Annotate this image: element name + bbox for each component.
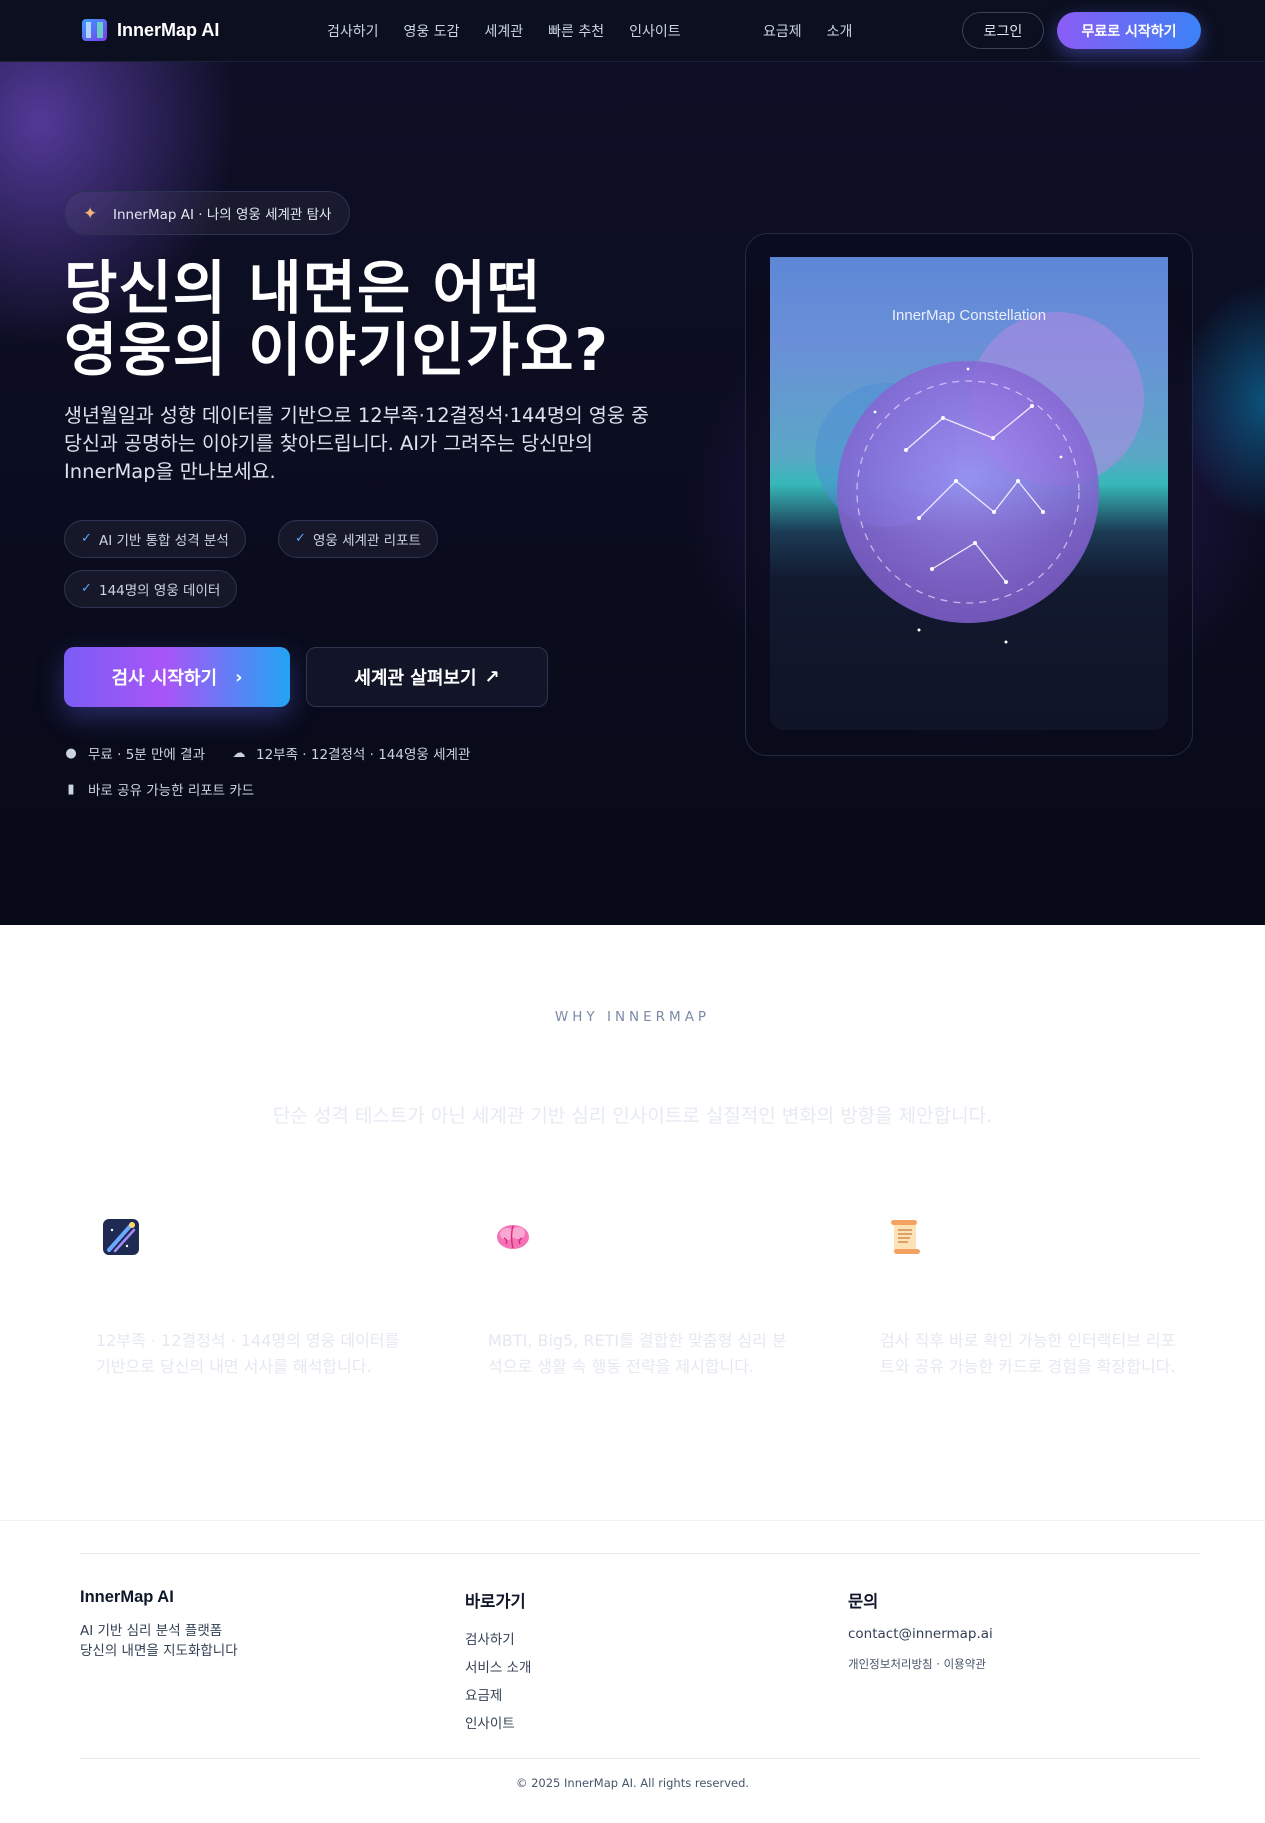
feature-chip: ✓ 영웅 세계관 리포트 <box>278 520 438 558</box>
chip-label: AI 기반 통합 성격 분석 <box>99 533 229 549</box>
hero-badge: ✦ InnerMap AI · 나의 영웅 세계관 탐사 <box>64 191 351 235</box>
trending-up-icon: ↗ <box>484 666 500 688</box>
headline-line-1: 당신의 내면은 어떤 <box>64 254 542 322</box>
nav-link-world[interactable]: 세계관 <box>485 21 524 41</box>
map-icon <box>82 19 107 41</box>
footer-brand: InnerMap AI <box>80 1588 174 1606</box>
footer-contact-column: 문의 contact@innermap.ai 개인정보처리방침 · 이용약관 <box>848 1588 993 1672</box>
explore-world-button[interactable]: 세계관 살펴보기 ↗ <box>306 647 548 707</box>
nav-link-pricing[interactable]: 요금제 <box>763 21 802 41</box>
footer-link-test[interactable]: 검사하기 <box>465 1626 531 1654</box>
meta-item: ● 무료 · 5분 만에 결과 <box>64 743 205 764</box>
feature-text: 검사 직후 바로 확인 가능한 인터랙티브 리포트와 공유 가능한 카드로 경험… <box>880 1331 1176 1376</box>
secondary-menu: 요금제 소개 <box>763 21 852 41</box>
hero-description: 생년월일과 성향 데이터를 기반으로 12부족·12결정석·144명의 영웅 중… <box>64 404 649 483</box>
divider <box>80 1553 1200 1554</box>
footer-contact-title: 문의 <box>848 1593 879 1611</box>
section-subtitle: 단순 성격 테스트가 아닌 세계관 기반 심리 인사이트로 실질적인 변화의 방… <box>272 1105 993 1127</box>
start-test-label: 검사 시작하기 <box>111 668 218 689</box>
feature-card: 검사 직후 바로 확인 가능한 인터랙티브 리포트와 공유 가능한 카드로 경험… <box>880 1218 1190 1380</box>
check-icon: ✓ <box>81 531 92 546</box>
footer-link-pricing[interactable]: 요금제 <box>465 1682 531 1710</box>
meta-item: ☁ 12부족 · 12결정석 · 144영웅 세계관 <box>232 743 471 764</box>
constellation-card: InnerMap Constellation <box>770 257 1168 730</box>
nav-link-quick-recommend[interactable]: 빠른 추천 <box>548 21 604 41</box>
cloud-icon: ☁ <box>232 745 246 761</box>
footer-links-column: 바로가기 검사하기 서비스 소개 요금제 인사이트 <box>465 1588 531 1738</box>
card-title: InnerMap Constellation <box>891 307 1047 324</box>
chip-label: 영웅 세계관 리포트 <box>313 533 421 549</box>
check-circle-icon: ● <box>65 745 77 761</box>
feature-card: 12부족 · 12결정석 · 144명의 영웅 데이터를 기반으로 당신의 내면… <box>96 1218 406 1380</box>
footer-link-about[interactable]: 서비스 소개 <box>465 1654 531 1682</box>
footer-desc-line-1: AI 기반 심리 분석 플랫폼 <box>80 1623 223 1639</box>
feature-card: MBTI, Big5, RETI를 결합한 맞춤형 심리 분석으로 생활 속 행… <box>488 1218 798 1380</box>
nav-link-test[interactable]: 검사하기 <box>327 21 379 41</box>
footer-brand-column: InnerMap AI AI 기반 심리 분석 플랫폼 당신의 내면을 지도화합… <box>80 1588 238 1661</box>
check-icon: ✓ <box>81 581 92 596</box>
feature-chip: ✓ AI 기반 통합 성격 분석 <box>64 520 246 558</box>
chevron-right-icon: › <box>235 666 243 688</box>
policy-links[interactable]: 개인정보처리방침 · 이용약관 <box>848 1656 993 1672</box>
main-menu: 검사하기 영웅 도감 세계관 빠른 추천 인사이트 <box>327 21 681 41</box>
scroll-icon <box>891 1220 920 1254</box>
headline-line-2: 영웅의 이야기인가요? <box>64 316 610 384</box>
divider <box>0 1520 1265 1521</box>
hero-badge-text: InnerMap AI · 나의 영웅 세계관 탐사 <box>113 207 332 223</box>
meta-text: 무료 · 5분 만에 결과 <box>88 747 205 763</box>
bookmark-icon: ▮ <box>67 781 75 797</box>
hero-section: ✦ InnerMap AI · 나의 영웅 세계관 탐사 당신의 내면은 어떤 … <box>0 62 1265 925</box>
nav-link-about[interactable]: 소개 <box>827 21 853 41</box>
login-button[interactable]: 로그인 <box>962 12 1044 49</box>
explore-world-label: 세계관 살펴보기 <box>354 668 477 689</box>
start-test-button[interactable]: 검사 시작하기 › <box>64 647 290 707</box>
sparkle-icon: ✦ <box>83 204 98 224</box>
footer-links-title: 바로가기 <box>465 1593 526 1611</box>
chip-label: 144명의 영웅 데이터 <box>99 583 221 599</box>
start-free-button[interactable]: 무료로 시작하기 <box>1057 12 1201 49</box>
nav-link-hero-dex[interactable]: 영웅 도감 <box>404 21 460 41</box>
copyright: © 2025 InnerMap AI. All rights reserved. <box>515 1776 750 1790</box>
meta-text: 12부족 · 12결정석 · 144영웅 세계관 <box>256 747 471 763</box>
footer-link-insight[interactable]: 인사이트 <box>465 1710 531 1738</box>
meteor-icon <box>103 1219 139 1255</box>
divider <box>80 1758 1200 1759</box>
feature-text: 12부족 · 12결정석 · 144명의 영웅 데이터를 기반으로 당신의 내면… <box>96 1331 400 1376</box>
nav-link-insight[interactable]: 인사이트 <box>629 21 681 41</box>
meta-text: 바로 공유 가능한 리포트 카드 <box>88 783 255 799</box>
footer-desc-line-2: 당신의 내면을 지도화합니다 <box>80 1643 238 1659</box>
meta-item: ▮ 바로 공유 가능한 리포트 카드 <box>64 779 255 800</box>
section-eyebrow: WHY INNERMAP <box>554 1009 711 1025</box>
brain-icon <box>497 1225 529 1249</box>
hero-headline: 당신의 내면은 어떤 영웅의 이야기인가요? <box>64 257 684 381</box>
brand-name: InnerMap AI <box>117 19 220 40</box>
contact-email-link[interactable]: contact@innermap.ai <box>848 1626 993 1642</box>
feature-chip: ✓ 144명의 영웅 데이터 <box>64 570 238 608</box>
check-icon: ✓ <box>295 531 306 546</box>
top-navigation: InnerMap AI 검사하기 영웅 도감 세계관 빠른 추천 인사이트 요금… <box>0 0 1265 62</box>
constellation-illustration <box>815 312 1144 644</box>
brand-logo[interactable]: InnerMap AI <box>82 19 219 41</box>
feature-text: MBTI, Big5, RETI를 결합한 맞춤형 심리 분석으로 생활 속 행… <box>488 1331 787 1376</box>
